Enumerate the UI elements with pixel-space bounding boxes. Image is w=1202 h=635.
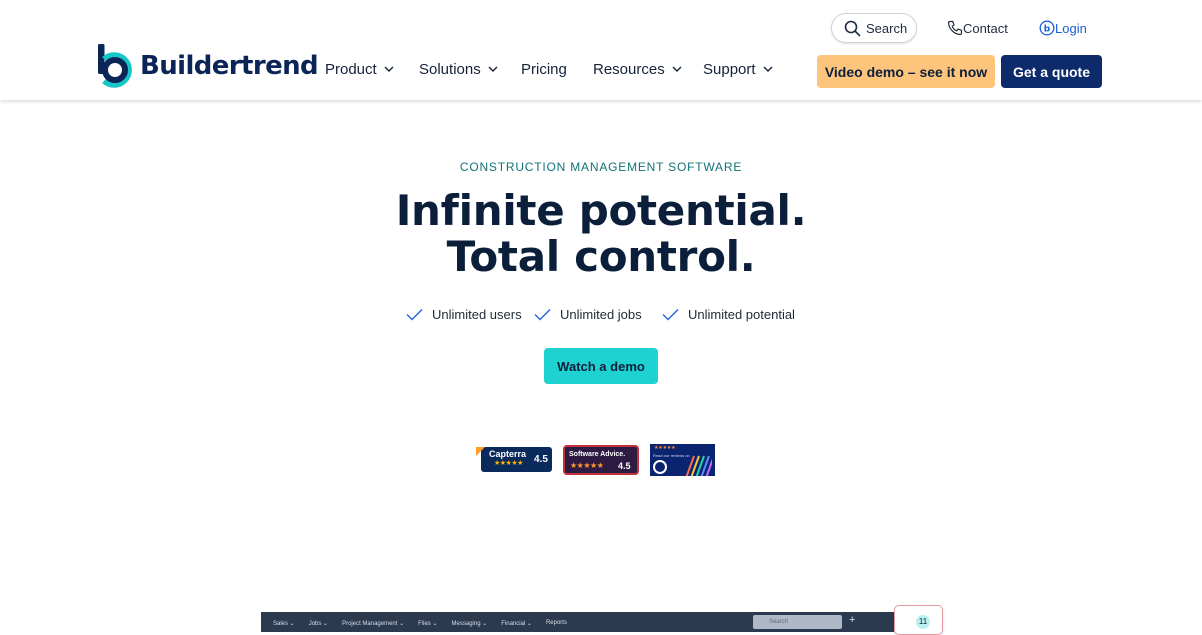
phone-icon: [947, 20, 963, 36]
chevron-down-icon: [384, 66, 394, 72]
nav-product[interactable]: Product: [325, 58, 394, 80]
search-label: Search: [866, 20, 908, 36]
logo-wordmark: Buildertrend: [140, 51, 319, 81]
capterra-stars: ★★★★★: [494, 460, 523, 467]
nav-product-label: Product: [325, 60, 377, 78]
notification-card: 11: [894, 605, 943, 635]
nav-support-label: Support: [703, 60, 756, 78]
site-header: Buildertrend Search Contact b Login Prod…: [0, 0, 1202, 100]
nav-pricing-label: Pricing: [521, 60, 567, 78]
search-icon: [844, 20, 861, 36]
preview-menu-item: Financial ⌄: [501, 621, 532, 627]
hero-eyebrow: CONSTRUCTION MANAGEMENT SOFTWARE: [459, 160, 743, 174]
check-icon: [662, 308, 679, 321]
preview-menu-item: Files ⌄: [418, 621, 438, 627]
login-label: Login: [1055, 20, 1087, 36]
get-quote-button[interactable]: Get a quote: [1001, 55, 1102, 88]
feature-unlimited-users: Unlimited users: [406, 304, 522, 324]
nav-solutions[interactable]: Solutions: [419, 58, 498, 80]
capterra-flag-icon: [476, 447, 485, 456]
feature-unlimited-jobs: Unlimited jobs: [534, 304, 642, 324]
feature-label: Unlimited users: [432, 306, 522, 322]
g2-stripes-icon: [685, 455, 712, 476]
capterra-name: Capterra: [489, 449, 527, 459]
chevron-down-icon: [488, 66, 498, 72]
login-link[interactable]: b Login: [1039, 13, 1087, 43]
nav-resources[interactable]: Resources: [593, 58, 682, 80]
capterra-badge[interactable]: Capterra ★★★★★ 4.5: [476, 446, 552, 472]
g2-logo-icon: [653, 460, 667, 474]
nav-resources-label: Resources: [593, 60, 665, 78]
software-advice-name: Software Advice.: [569, 451, 626, 458]
nav-support[interactable]: Support: [703, 58, 773, 80]
headline-line-2: Total control.: [446, 232, 756, 281]
contact-link[interactable]: Contact: [947, 13, 1008, 43]
g2-badge[interactable]: ★★★★★ Read our reviews on: [650, 444, 715, 476]
check-icon: [534, 308, 551, 321]
search-button[interactable]: Search: [831, 13, 917, 43]
user-circle-icon: b: [1039, 20, 1055, 36]
app-preview-screenshot: Sales ⌄ Jobs ⌄ Project Management ⌄ File…: [261, 612, 894, 632]
preview-menu-item: Messaging ⌄: [451, 621, 488, 627]
capterra-score: 4.5: [534, 454, 548, 465]
contact-label: Contact: [963, 20, 1008, 36]
software-advice-stars: ★★★★★: [570, 461, 604, 470]
feature-label: Unlimited potential: [688, 306, 795, 322]
preview-menu-item: Reports: [545, 620, 567, 626]
check-icon: [406, 308, 423, 321]
video-demo-button[interactable]: Video demo – see it now: [817, 55, 995, 88]
svg-text:b: b: [1044, 24, 1051, 34]
buildertrend-logo[interactable]: Buildertrend: [97, 43, 319, 89]
g2-stars: ★★★★★: [654, 445, 676, 451]
watch-demo-button[interactable]: Watch a demo: [544, 348, 658, 384]
software-advice-score: 4.5: [618, 461, 631, 471]
preview-menu-item: Jobs ⌄: [308, 621, 329, 627]
feature-label: Unlimited jobs: [560, 306, 642, 322]
logo-b-icon: [98, 44, 132, 88]
preview-menu-item: Project Management ⌄: [342, 621, 405, 627]
feature-unlimited-potential: Unlimited potential: [662, 304, 795, 324]
chevron-down-icon: [763, 66, 773, 72]
chevron-down-icon: [672, 66, 682, 72]
software-advice-badge[interactable]: Software Advice. ★★★★★ 4.5: [563, 445, 639, 475]
headline-line-1: Infinite potential.: [395, 186, 807, 235]
preview-menu: Sales ⌄ Jobs ⌄ Project Management ⌄ File…: [273, 620, 581, 627]
nav-solutions-label: Solutions: [419, 60, 481, 78]
nav-pricing[interactable]: Pricing: [521, 58, 567, 80]
plus-icon: +: [849, 614, 856, 626]
preview-menu-item: Sales ⌄: [273, 621, 295, 627]
hero-headline: Infinite potential. Total control.: [0, 188, 1202, 280]
